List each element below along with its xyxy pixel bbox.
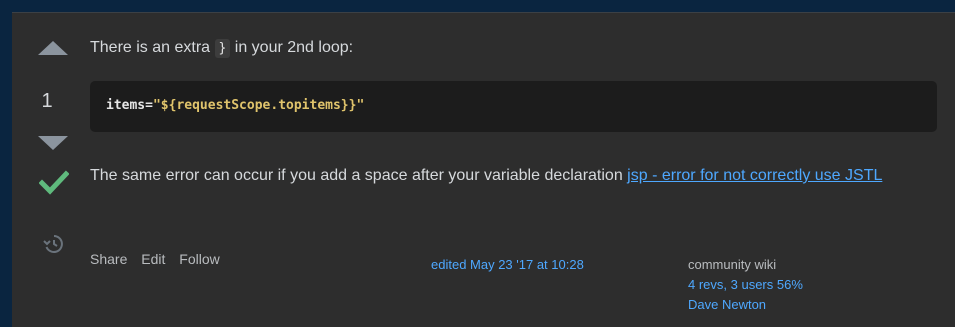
accepted-check-icon	[39, 170, 69, 195]
downvote-arrow-icon[interactable]	[38, 136, 68, 150]
intro-text-end: in your 2nd loop:	[230, 39, 354, 56]
edit-link[interactable]: Edit	[141, 251, 165, 267]
answer-intro: There is an extra } in your 2nd loop:	[90, 37, 353, 60]
related-question-link[interactable]: jsp - error for not correctly use JSTL	[627, 167, 882, 184]
revisions-link[interactable]: 4 revs, 3 users 56%	[688, 275, 803, 295]
share-link[interactable]: Share	[90, 251, 127, 267]
post-menu: Share Edit Follow	[90, 251, 230, 267]
follow-link[interactable]: Follow	[179, 251, 219, 267]
code-equals: =	[145, 98, 153, 113]
history-icon[interactable]	[43, 233, 65, 255]
upvote-arrow-icon[interactable]	[38, 41, 68, 55]
inline-code: }	[214, 39, 231, 58]
edited-timestamp[interactable]: edited May 23 '17 at 10:28	[431, 257, 584, 272]
code-attribute: items	[106, 98, 146, 113]
community-wiki-card: community wiki 4 revs, 3 users 56% Dave …	[688, 255, 803, 315]
intro-text: There is an extra	[90, 39, 215, 56]
code-string: "${requestScope.topitems}}"	[152, 98, 365, 113]
vote-cell: 1	[12, 13, 82, 327]
code-block: items="${requestScope.topitems}}"	[90, 81, 937, 132]
author-link[interactable]: Dave Newton	[688, 295, 803, 315]
paragraph-text: The same error can occur if you add a sp…	[90, 167, 628, 184]
community-wiki-label: community wiki	[688, 257, 777, 272]
answer-container: 1 There is an extra } in your 2nd loop: …	[12, 12, 955, 327]
vote-count: 1	[41, 90, 53, 112]
answer-paragraph: The same error can occur if you add a sp…	[90, 163, 890, 189]
